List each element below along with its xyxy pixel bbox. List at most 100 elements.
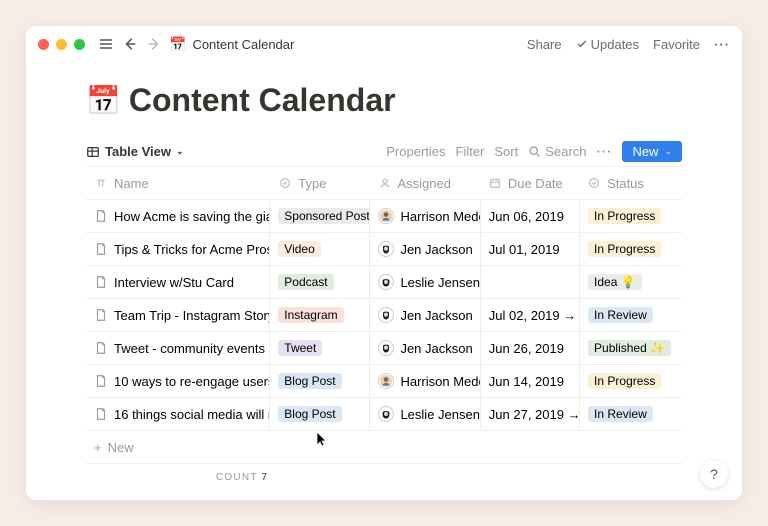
nav-back-icon[interactable]	[121, 35, 139, 53]
type-tag: Blog Post	[278, 373, 341, 389]
text-icon	[94, 176, 108, 190]
filter-button[interactable]: Filter	[456, 144, 485, 159]
column-header-status[interactable]: Status	[579, 167, 682, 199]
column-header-type[interactable]: Type	[270, 167, 369, 199]
assigned-name: Harrison Medoff	[400, 209, 479, 224]
cell-due-date[interactable]: Jun 06, 2019	[480, 200, 579, 232]
column-header-assigned[interactable]: Assigned	[370, 167, 480, 199]
cell-due-date[interactable]: Jun 27, 2019 → Ju	[480, 398, 579, 430]
sidebar-toggle-icon[interactable]	[97, 35, 115, 53]
new-button[interactable]: New ⌄	[622, 141, 682, 162]
view-switcher[interactable]: Table View ⌄	[86, 144, 184, 159]
sort-button[interactable]: Sort	[494, 144, 518, 159]
cell-name-text: 10 ways to re-engage users with drip	[114, 374, 270, 389]
more-menu-icon[interactable]: ···	[714, 37, 730, 52]
new-row-button[interactable]: + New	[86, 431, 682, 464]
cell-assigned[interactable]: Jen Jackson	[369, 233, 479, 265]
cell-type[interactable]: Blog Post	[270, 365, 369, 397]
page-icon	[94, 407, 108, 421]
cell-name[interactable]: 10 ways to re-engage users with drip	[86, 365, 270, 397]
cell-status[interactable]: In Progress	[579, 233, 682, 265]
cell-due-date[interactable]	[480, 266, 579, 298]
cell-type[interactable]: Video	[270, 233, 369, 265]
cell-assigned[interactable]: Jen Jackson	[369, 332, 479, 364]
share-button[interactable]: Share	[527, 37, 562, 52]
cell-due-date[interactable]: Jun 26, 2019	[480, 332, 579, 364]
chevron-down-icon: ⌄	[664, 146, 672, 157]
table-header-row: Name Type Assigned Due Date Status	[86, 167, 682, 200]
search-button[interactable]: Search	[528, 144, 586, 159]
cell-name[interactable]: How Acme is saving the giant iguana	[86, 200, 270, 232]
avatar	[378, 274, 394, 290]
cell-name[interactable]: Tips & Tricks for Acme Pros	[86, 233, 270, 265]
avatar	[378, 241, 394, 257]
cell-status[interactable]: In Review	[579, 299, 682, 331]
calendar-icon: 📅	[169, 36, 186, 53]
check-icon	[576, 38, 588, 50]
table-row[interactable]: Tips & Tricks for Acme ProsVideoJen Jack…	[86, 233, 682, 266]
minimize-window-button[interactable]	[56, 39, 67, 50]
page-icon	[94, 308, 108, 322]
due-date-text: Jun 06, 2019	[489, 209, 564, 224]
cell-name[interactable]: Tweet - community events kickoff	[86, 332, 270, 364]
cell-name-text: Tips & Tricks for Acme Pros	[114, 242, 270, 257]
cell-name[interactable]: Team Trip - Instagram Story	[86, 299, 270, 331]
updates-button[interactable]: Updates	[576, 37, 639, 52]
avatar	[378, 307, 394, 323]
cell-type[interactable]: Sponsored Post	[270, 200, 369, 232]
table-row[interactable]: How Acme is saving the giant iguanaSpons…	[86, 200, 682, 233]
table-row[interactable]: Interview w/Stu Card Podcast Leslie Jensen…	[86, 266, 682, 299]
view-more-icon[interactable]: ···	[596, 144, 612, 159]
cell-type[interactable]: Podcast	[270, 266, 369, 298]
table-row[interactable]: 16 things social media will never be a Bl…	[86, 398, 682, 431]
cell-type[interactable]: Instagram	[270, 299, 369, 331]
table-icon	[86, 145, 100, 159]
cell-type[interactable]: Blog Post	[270, 398, 369, 430]
status-tag: Published ✨	[588, 340, 671, 356]
cell-assigned[interactable]: Leslie Jensen	[369, 398, 479, 430]
nav-forward-icon[interactable]	[145, 35, 163, 53]
properties-button[interactable]: Properties	[386, 144, 445, 159]
cell-assigned[interactable]: Leslie Jensen	[369, 266, 479, 298]
select-icon	[587, 176, 601, 190]
cell-due-date[interactable]: Jul 02, 2019 → Ju	[480, 299, 579, 331]
table-row[interactable]: 10 ways to re-engage users with drip Blog…	[86, 365, 682, 398]
view-toolbar: Table View ⌄ Properties Filter Sort Sear…	[86, 141, 682, 162]
cell-name-text: 16 things social media will never be a	[114, 407, 270, 422]
assigned-name: Leslie Jensen	[400, 407, 479, 422]
cell-assigned[interactable]: Harrison Medoff	[369, 200, 479, 232]
row-count: COUNT 7	[86, 464, 682, 483]
maximize-window-button[interactable]	[74, 39, 85, 50]
cell-due-date[interactable]: Jul 01, 2019	[480, 233, 579, 265]
cell-name-text: Tweet - community events kickoff	[114, 341, 270, 356]
table-row[interactable]: Tweet - community events kickoffTweetJen…	[86, 332, 682, 365]
cell-assigned[interactable]: Jen Jackson	[369, 299, 479, 331]
column-header-due[interactable]: Due Date	[480, 167, 579, 199]
cell-name-text: Team Trip - Instagram Story	[114, 308, 270, 323]
cell-status[interactable]: In Progress	[579, 200, 682, 232]
cell-status[interactable]: Idea 💡	[579, 266, 682, 298]
type-tag: Blog Post	[278, 406, 341, 422]
cell-assigned[interactable]: Harrison Medoff	[369, 365, 479, 397]
titlebar: 📅 Content Calendar Share Updates Favorit…	[26, 26, 742, 62]
cell-status[interactable]: Published ✨	[579, 332, 682, 364]
column-header-name[interactable]: Name	[86, 167, 270, 199]
help-button[interactable]: ?	[700, 460, 728, 488]
table-row[interactable]: Team Trip - Instagram Story Instagram Jen …	[86, 299, 682, 332]
cell-name[interactable]: Interview w/Stu Card	[86, 266, 270, 298]
cell-status[interactable]: In Progress	[579, 365, 682, 397]
cell-name[interactable]: 16 things social media will never be a	[86, 398, 270, 430]
status-tag: In Review	[588, 307, 653, 323]
close-window-button[interactable]	[38, 39, 49, 50]
breadcrumb[interactable]: 📅 Content Calendar	[169, 36, 294, 53]
page-icon	[94, 209, 108, 223]
cell-status[interactable]: In Review	[579, 398, 682, 430]
search-icon	[528, 145, 541, 158]
favorite-button[interactable]: Favorite	[653, 37, 700, 52]
cell-type[interactable]: Tweet	[270, 332, 369, 364]
type-tag: Podcast	[278, 274, 333, 290]
type-tag: Instagram	[278, 307, 343, 323]
cell-due-date[interactable]: Jun 14, 2019	[480, 365, 579, 397]
avatar	[378, 208, 394, 224]
assigned-name: Harrison Medoff	[400, 374, 479, 389]
